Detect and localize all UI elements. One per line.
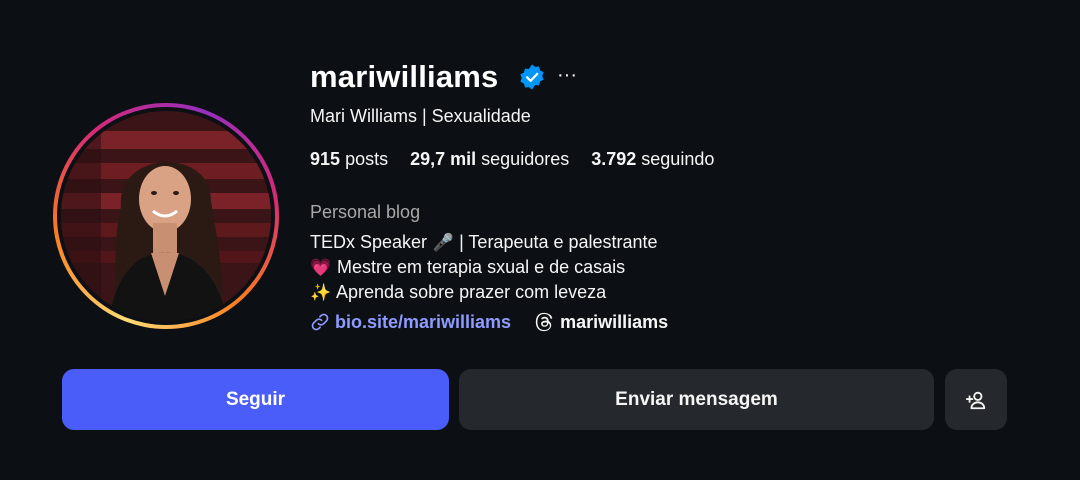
bio-line-1-text: TEDx Speaker <box>310 232 428 252</box>
profile-links: bio.site/mariwilliams mariwilliams <box>310 308 668 336</box>
following-count-value: 3.792 <box>591 149 637 169</box>
profile-page: mariwilliams ··· Mari Williams | Sexuali… <box>0 0 1080 480</box>
link-icon <box>311 313 329 331</box>
bio-link-text: bio.site/mariwilliams <box>335 311 512 332</box>
profile-stats: 915 posts 29,7 mil seguidores 3.792 segu… <box>310 147 714 171</box>
bio-line-3-text: Aprenda sobre prazer com leveza <box>336 282 607 302</box>
threads-link[interactable]: mariwilliams <box>533 311 668 333</box>
bio-line-1: TEDx Speaker 🎤 | Terapeuta e palestrante <box>310 230 658 255</box>
avatar[interactable] <box>61 111 271 321</box>
posts-count-value: 915 <box>310 149 341 169</box>
profile-full-name: Mari Williams | Sexualidade <box>310 106 531 126</box>
following-count-label: seguindo <box>641 149 715 169</box>
heart-emoji-icon: 💗 <box>310 258 332 277</box>
bio-line-3: ✨ Aprenda sobre prazer com leveza <box>310 280 606 305</box>
avatar-photo <box>61 111 271 321</box>
threads-handle: mariwilliams <box>560 311 669 332</box>
more-options-button[interactable]: ··· <box>556 60 578 90</box>
followers-count-label: seguidores <box>481 149 570 169</box>
bio-link[interactable]: bio.site/mariwilliams <box>310 312 511 333</box>
add-person-icon <box>965 391 986 409</box>
sparkles-emoji-icon: ✨ <box>310 283 332 302</box>
profile-avatar-story-ring[interactable] <box>53 103 279 329</box>
profile-username: mariwilliams <box>310 59 499 94</box>
followers-count-value: 29,7 mil <box>410 149 477 169</box>
threads-icon <box>535 312 553 332</box>
posts-count: 915 posts <box>310 147 388 171</box>
followers-link[interactable]: 29,7 mil seguidores <box>410 147 569 171</box>
send-message-button[interactable]: Enviar mensagem <box>459 369 934 430</box>
follow-button[interactable]: Seguir <box>62 369 449 430</box>
suggested-accounts-button[interactable] <box>945 369 1007 430</box>
verified-badge-icon <box>520 64 544 90</box>
following-link[interactable]: 3.792 seguindo <box>591 147 714 171</box>
bio-line-2-text: Mestre em terapia sxual e de casais <box>337 257 626 277</box>
posts-count-label: posts <box>345 149 389 169</box>
microphone-emoji-icon: 🎤 <box>432 233 454 252</box>
bio-line-1-rest: | Terapeuta e palestrante <box>459 232 658 252</box>
profile-category: Personal blog <box>310 202 421 222</box>
bio-line-2: 💗 Mestre em terapia sxual e de casais <box>310 255 625 280</box>
